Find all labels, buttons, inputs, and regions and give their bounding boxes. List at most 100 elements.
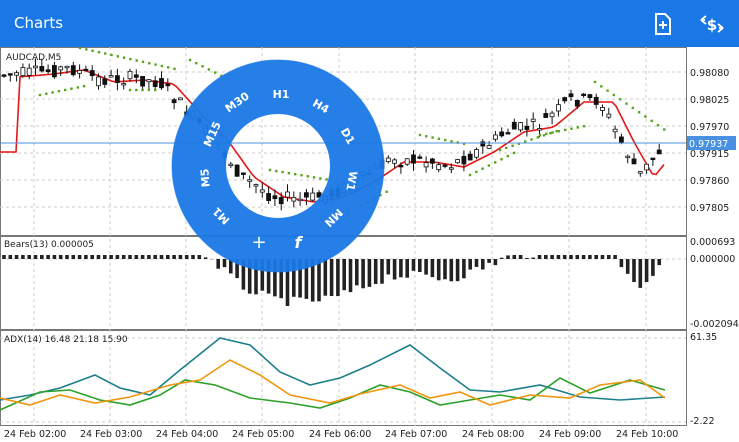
sar-dot (444, 138, 447, 142)
candle-body (52, 65, 57, 78)
candle-body (127, 70, 133, 80)
bears-bar (159, 255, 164, 259)
sar-dot (57, 90, 61, 93)
svg-text:$: $ (707, 16, 717, 34)
bears-bar (525, 258, 529, 259)
chart-area[interactable]: 0.97937 AUDCAD,M5 Bears(13) 0.000005 ADX… (0, 47, 739, 442)
bears-level-1: 0.000693 (690, 237, 735, 248)
bears-bar (40, 255, 44, 259)
candle-body (417, 156, 423, 159)
sar-dot (582, 124, 586, 128)
sar-dot (104, 52, 107, 55)
candle-body (33, 65, 38, 69)
sar-dot (593, 80, 597, 84)
candle-body (253, 184, 259, 187)
bears-bar (8, 255, 13, 259)
bears-bar (216, 259, 220, 269)
bears-bar (644, 259, 649, 283)
adx-level-1: 61.35 (690, 332, 717, 343)
sar-dot (557, 130, 561, 133)
time-label-1: 24 Feb 02:00 (4, 429, 66, 440)
candle-body (398, 165, 404, 168)
timeframe-m5[interactable]: M5 (198, 168, 213, 188)
candle-body (436, 164, 442, 170)
sar-dot (555, 129, 558, 133)
candle-body (240, 172, 246, 175)
add-indicator-icon[interactable]: + (251, 232, 266, 253)
sar-dot (214, 71, 217, 74)
time-label-5: 24 Feb 06:00 (309, 429, 371, 440)
sar-dot (116, 55, 119, 58)
timeframe-wheel[interactable]: H1 H4 D1 W1 MN M1 M5 M15 M30 + f (171, 59, 385, 273)
sar-dot (91, 49, 94, 52)
sar-dot (173, 67, 176, 70)
sar-dot (128, 88, 132, 92)
bears-bar (418, 259, 422, 272)
bears-bar (531, 257, 535, 259)
adx-level-2: -2.22 (690, 416, 715, 427)
candle-body (455, 159, 461, 164)
sar-dot (148, 62, 151, 65)
bears-bar (462, 259, 466, 279)
bears-bar (103, 255, 107, 259)
candle-body (70, 65, 76, 76)
candle-body (102, 78, 108, 85)
sar-dot (160, 64, 164, 68)
sar-dot (437, 137, 441, 140)
candle-body (499, 131, 505, 137)
new-document-icon[interactable] (648, 10, 676, 38)
candle-body (14, 72, 20, 76)
sar-dot (78, 47, 82, 50)
sar-dot (319, 177, 322, 180)
candle-body (177, 97, 183, 101)
bears-bar (373, 259, 378, 284)
bears-bar (512, 255, 517, 259)
candle-body (656, 149, 662, 155)
sar-dot (551, 131, 554, 134)
candle-body (385, 157, 391, 163)
sar-dot (306, 175, 309, 178)
sar-dot (570, 127, 573, 130)
bears-bar (178, 255, 183, 259)
bears-bar (430, 259, 435, 278)
candle-body (171, 99, 177, 104)
sar-dot (97, 50, 101, 54)
dollar-exchange-icon[interactable]: $ (698, 10, 726, 38)
candle-body (146, 79, 152, 83)
bears-bar (556, 255, 561, 259)
bears-bar (46, 255, 50, 259)
bears-label: Bears(13) 0.000005 (4, 240, 94, 250)
bears-bar (367, 259, 372, 287)
sar-dot (656, 124, 660, 127)
sar-dot (536, 136, 539, 139)
time-label-2: 24 Feb 03:00 (80, 429, 142, 440)
candle-body (423, 162, 429, 168)
bears-bar (581, 255, 586, 259)
bears-bar (399, 259, 403, 278)
bears-bar (449, 259, 454, 282)
bears-bar (455, 259, 460, 282)
adx-lines (0, 337, 666, 411)
sar-dot (619, 98, 622, 101)
price-level-3: 0.97970 (690, 122, 729, 133)
sar-dot (511, 144, 514, 147)
bears-bar (166, 255, 170, 259)
timeframe-h1[interactable]: H1 (273, 88, 290, 101)
candle-body (39, 66, 45, 72)
bears-bar (405, 259, 409, 278)
sar-dot (637, 111, 641, 114)
sar-dot (425, 135, 428, 138)
sar-dot (431, 136, 434, 139)
sar-dot (122, 56, 126, 59)
sar-dot (268, 168, 272, 172)
candle-body (152, 80, 158, 87)
bears-bar (411, 259, 416, 271)
candle-body (524, 125, 530, 130)
candle-body (619, 136, 624, 143)
candle-body (492, 134, 498, 140)
sar-dot (312, 176, 316, 179)
candle-body (593, 96, 599, 105)
bears-bar (128, 255, 132, 259)
candle-body (89, 70, 95, 77)
candle-body (291, 197, 297, 202)
